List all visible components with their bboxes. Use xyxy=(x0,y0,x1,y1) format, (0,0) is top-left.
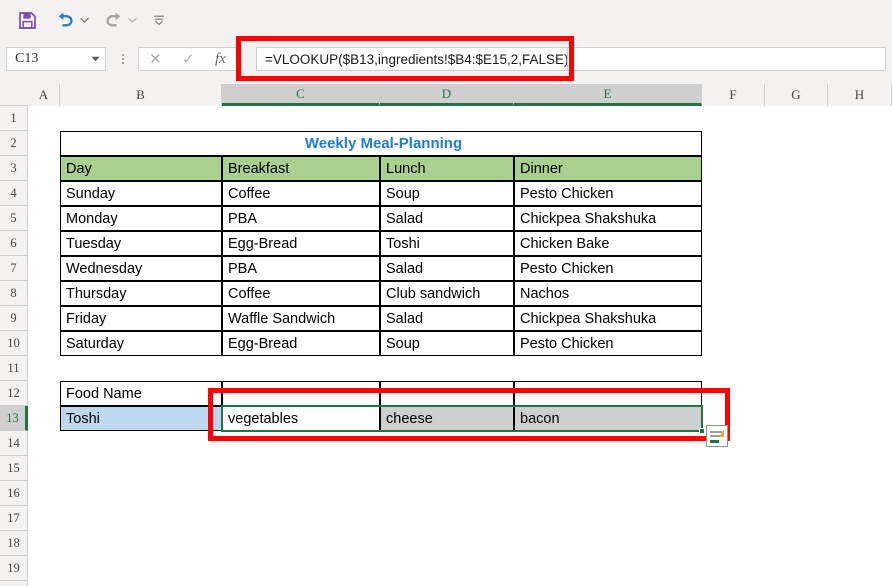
row-header-6[interactable]: 6 xyxy=(0,231,28,256)
meal-table-cell[interactable]: Chickpea Shakshuka xyxy=(514,306,702,331)
row-header-8[interactable]: 8 xyxy=(0,281,28,306)
meal-table-header-day[interactable]: Day xyxy=(60,156,222,181)
meal-table-cell[interactable]: Egg-Bread xyxy=(222,331,380,356)
insert-function-icon[interactable]: fx xyxy=(215,51,226,68)
result-cell-d13[interactable]: cheese xyxy=(380,406,514,431)
row-header-17[interactable]: 17 xyxy=(0,506,28,531)
row-header-11[interactable]: 11 xyxy=(0,356,28,381)
active-cell-c13[interactable]: vegetables xyxy=(222,406,380,431)
confirm-formula-icon[interactable]: ✓ xyxy=(182,52,195,67)
meal-table-cell[interactable]: Soup xyxy=(380,181,514,206)
column-header-b[interactable]: B xyxy=(60,84,222,106)
row-header-2[interactable]: 2 xyxy=(0,131,28,156)
meal-table-cell[interactable]: Salad xyxy=(380,206,514,231)
excel-window: C13 ✕ ✓ fx =VLOOKUP($B13,ingredients!$B4… xyxy=(0,0,892,586)
row-header-9[interactable]: 9 xyxy=(0,306,28,331)
cell-canvas[interactable]: Weekly Meal-Planning Day Breakfast Lunch Din… xyxy=(28,106,892,586)
column-header-d[interactable]: D xyxy=(380,84,514,106)
meal-table-cell[interactable]: Wednesday xyxy=(60,256,222,281)
meal-table-cell[interactable]: Soup xyxy=(380,331,514,356)
cancel-formula-icon[interactable]: ✕ xyxy=(149,52,162,67)
meal-table-cell[interactable]: Monday xyxy=(60,206,222,231)
lookup-key-cell[interactable]: Toshi xyxy=(60,406,222,431)
column-header-c[interactable]: C xyxy=(222,84,380,106)
auto-fill-options-icon[interactable] xyxy=(706,425,728,447)
meal-table-cell[interactable]: PBA xyxy=(222,256,380,281)
row-header-19[interactable]: 19 xyxy=(0,556,28,581)
meal-table-cell[interactable]: Chickpea Shakshuka xyxy=(514,206,702,231)
meal-table-cell[interactable]: Egg-Bread xyxy=(222,231,380,256)
meal-table-cell[interactable]: Thursday xyxy=(60,281,222,306)
row-header-10[interactable]: 10 xyxy=(0,331,28,356)
meal-table-cell[interactable]: Pesto Chicken xyxy=(514,256,702,281)
result-cell-e13[interactable]: bacon xyxy=(514,406,702,431)
undo-icon[interactable] xyxy=(52,6,78,34)
row-headers: 123456789101112131415161718192021 xyxy=(0,106,28,586)
meal-table-cell[interactable]: Sunday xyxy=(60,181,222,206)
row-header-15[interactable]: 15 xyxy=(0,456,28,481)
formula-bar-controls: ✕ ✓ fx xyxy=(138,47,236,71)
meal-table-cell[interactable]: PBA xyxy=(222,206,380,231)
meal-table-cell[interactable]: Waffle Sandwich xyxy=(222,306,380,331)
meal-table-cell[interactable]: Friday xyxy=(60,306,222,331)
row-header-12[interactable]: 12 xyxy=(0,381,28,406)
column-header-a[interactable]: A xyxy=(28,84,60,106)
row-header-13[interactable]: 13 xyxy=(0,406,28,431)
meal-table-cell[interactable]: Coffee xyxy=(222,281,380,306)
row-header-7[interactable]: 7 xyxy=(0,256,28,281)
meal-table-header-breakfast[interactable]: Breakfast xyxy=(222,156,380,181)
lookup-header-blank-e[interactable] xyxy=(514,381,702,406)
column-header-h[interactable]: H xyxy=(828,84,892,106)
meal-table-cell[interactable]: Salad xyxy=(380,306,514,331)
column-header-g[interactable]: G xyxy=(765,84,828,106)
row-header-4[interactable]: 4 xyxy=(0,181,28,206)
quick-access-toolbar xyxy=(0,0,892,40)
name-box-dropdown-icon[interactable] xyxy=(85,56,105,62)
meal-table-cell[interactable]: Toshi xyxy=(380,231,514,256)
spreadsheet-grid: ABCDEFGH 1234567891011121314151617181920… xyxy=(0,84,892,586)
lookup-header-blank-d[interactable] xyxy=(380,381,514,406)
undo-dropdown-icon[interactable] xyxy=(78,17,90,23)
lookup-header-food-name[interactable]: Food Name xyxy=(60,381,222,406)
meal-table-cell[interactable]: Chicken Bake xyxy=(514,231,702,256)
redo-dropdown-icon[interactable] xyxy=(126,17,138,23)
meal-table-cell[interactable]: Saturday xyxy=(60,331,222,356)
meal-table-header-dinner[interactable]: Dinner xyxy=(514,156,702,181)
meal-table-cell[interactable]: Club sandwich xyxy=(380,281,514,306)
row-header-18[interactable]: 18 xyxy=(0,531,28,556)
meal-table-cell[interactable]: Tuesday xyxy=(60,231,222,256)
row-header-1[interactable]: 1 xyxy=(0,106,28,131)
meal-table-cell[interactable]: Coffee xyxy=(222,181,380,206)
save-icon[interactable] xyxy=(12,6,42,34)
meal-table-cell[interactable]: Pesto Chicken xyxy=(514,181,702,206)
row-header-16[interactable]: 16 xyxy=(0,481,28,506)
formula-bar-expand-dots-icon[interactable] xyxy=(118,49,128,69)
redo-icon[interactable] xyxy=(100,6,126,34)
row-header-20[interactable]: 20 xyxy=(0,581,28,586)
meal-table-cell[interactable]: Nachos xyxy=(514,281,702,306)
column-header-f[interactable]: F xyxy=(702,84,765,106)
meal-plan-title[interactable]: Weekly Meal-Planning xyxy=(60,131,702,156)
formula-bar-extension xyxy=(568,47,886,71)
meal-table-header-lunch[interactable]: Lunch xyxy=(380,156,514,181)
row-header-5[interactable]: 5 xyxy=(0,206,28,231)
formula-input[interactable]: =VLOOKUP($B13,ingredients!$B4:$E15,2,FAL… xyxy=(256,47,568,71)
name-box-value: C13 xyxy=(15,51,39,66)
column-header-e[interactable]: E xyxy=(514,84,702,106)
row-header-3[interactable]: 3 xyxy=(0,156,28,181)
meal-table-cell[interactable]: Pesto Chicken xyxy=(514,331,702,356)
lookup-header-blank-c[interactable] xyxy=(222,381,380,406)
name-box[interactable]: C13 xyxy=(6,47,106,71)
fill-handle[interactable] xyxy=(699,428,705,434)
customize-quick-access-icon[interactable] xyxy=(148,6,170,34)
column-headers: ABCDEFGH xyxy=(0,84,892,106)
meal-table-cell[interactable]: Salad xyxy=(380,256,514,281)
row-header-14[interactable]: 14 xyxy=(0,431,28,456)
